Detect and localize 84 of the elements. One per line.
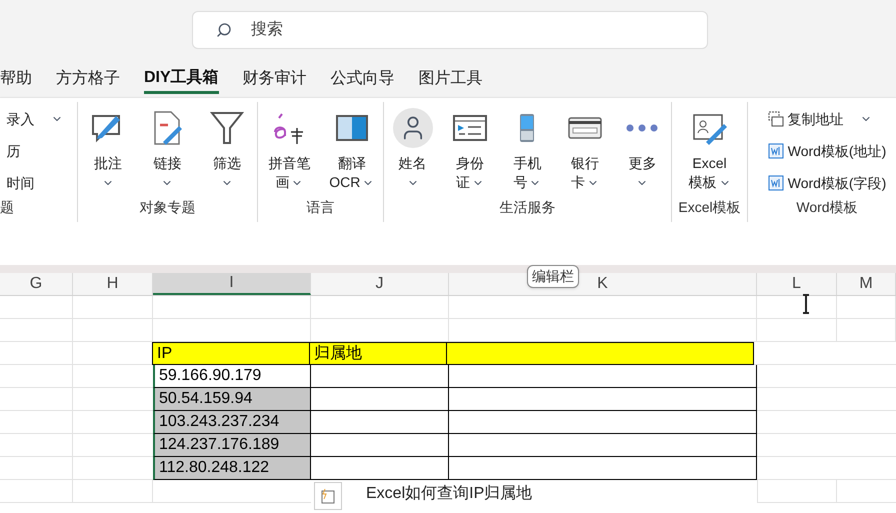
grid-cell[interactable]	[449, 296, 757, 319]
ribbon-tab[interactable]: 图片工具	[418, 64, 483, 94]
grid-cell[interactable]	[0, 365, 73, 388]
table-cell[interactable]	[311, 388, 449, 411]
ribbon-button[interactable]: 身份 证	[442, 106, 498, 192]
ribbon-menu-item[interactable]: 复制地址	[768, 106, 886, 132]
ribbon-button[interactable]: 银行 卡	[556, 106, 613, 192]
column-header[interactable]: J	[311, 273, 449, 295]
grid-cell[interactable]	[757, 319, 837, 342]
ribbon-menu-item[interactable]: 录入	[6, 106, 62, 132]
person-avatar-icon	[392, 108, 433, 148]
table-header-cell[interactable]: IP	[152, 342, 310, 365]
ribbon-tab[interactable]: 帮助	[0, 64, 32, 94]
table-cell[interactable]	[449, 434, 757, 457]
ribbon-button[interactable]: 批注	[80, 106, 136, 192]
group-label: 对象专题	[138, 198, 196, 217]
text-cursor-icon	[801, 294, 811, 314]
ribbon-tab[interactable]: 财务审计	[242, 64, 307, 94]
word-document-icon	[768, 143, 784, 159]
table-cell[interactable]	[449, 388, 757, 411]
table-cell[interactable]	[311, 434, 449, 457]
funnel-icon	[209, 110, 246, 146]
grid-cell[interactable]	[153, 296, 311, 319]
table-cell[interactable]	[311, 457, 449, 480]
search-icon	[216, 22, 232, 38]
grid-cell[interactable]	[837, 296, 896, 319]
grid-cell[interactable]	[0, 319, 73, 342]
ribbon-button[interactable]: 手机 号	[499, 106, 556, 192]
group-label: 生活服务	[498, 198, 556, 217]
table-cell[interactable]	[311, 411, 449, 434]
grid-cell[interactable]	[73, 480, 153, 503]
table-cell[interactable]: 112.80.248.122	[153, 457, 311, 480]
grid-cell[interactable]	[0, 296, 73, 319]
ribbon-menu-item[interactable]: Word模板(地址)	[768, 138, 886, 164]
table-cell[interactable]	[449, 457, 757, 480]
grid-cell[interactable]	[0, 342, 73, 365]
tooltip: 编辑栏	[527, 265, 579, 288]
group-label: 语言	[306, 198, 336, 217]
ribbon-button[interactable]: 拼音笔 画	[261, 106, 318, 192]
ribbon-menu-item[interactable]: Word模板(字段)	[768, 170, 886, 196]
table-header-cell[interactable]	[446, 342, 754, 365]
ribbon-tab[interactable]: DIY工具箱	[144, 64, 219, 94]
column-header[interactable]: M	[837, 273, 896, 295]
table-cell[interactable]	[449, 411, 757, 434]
grid-cell[interactable]	[0, 434, 73, 457]
grid-cell[interactable]	[0, 388, 73, 411]
caption-text: Excel如何查询IP归属地	[366, 484, 532, 504]
column-header[interactable]: G	[0, 273, 73, 295]
grid-cell[interactable]	[0, 457, 73, 480]
grid-cell[interactable]	[837, 319, 896, 342]
ribbon-button[interactable]: 翻译 OCR	[324, 106, 380, 192]
grid-cell[interactable]	[311, 296, 449, 319]
grid-cell[interactable]	[73, 319, 153, 342]
ribbon-tab[interactable]: 方方格子	[56, 64, 120, 94]
copy-frame-icon	[768, 111, 784, 127]
ribbon-tab[interactable]: 公式向导	[330, 64, 395, 94]
grid-cell[interactable]	[0, 480, 73, 503]
group-label: Word模板	[795, 198, 859, 217]
ribbon-button[interactable]: 姓名	[384, 106, 441, 192]
table-cell[interactable]	[311, 365, 449, 388]
word-document-icon	[768, 175, 784, 191]
table-cell[interactable]	[449, 365, 757, 388]
grid-cell[interactable]	[757, 480, 837, 503]
group-label: Excel模板	[677, 198, 742, 217]
grid-cell[interactable]	[0, 411, 73, 434]
search-field[interactable]: 搜索	[192, 11, 708, 49]
table-cell[interactable]: 103.243.237.234	[153, 411, 311, 434]
paste-options-icon[interactable]	[314, 482, 342, 510]
ribbon-menu-item[interactable]: 时间	[6, 170, 62, 196]
table-cell[interactable]: 59.166.90.179	[153, 365, 311, 388]
ribbon-button[interactable]: 筛选	[199, 106, 256, 192]
more-icon	[626, 124, 658, 132]
grid-cell[interactable]	[73, 296, 153, 319]
column-header[interactable]: I	[153, 273, 311, 295]
table-cell[interactable]: 50.54.159.94	[153, 388, 311, 411]
ribbon-button[interactable]: 链接	[139, 106, 196, 192]
table-header-cell[interactable]: 归属地	[309, 342, 447, 365]
ribbon-button[interactable]: 更多	[614, 106, 670, 192]
column-header[interactable]: L	[757, 273, 837, 295]
grid-cell[interactable]	[757, 296, 837, 319]
ribbon-menu-item[interactable]: 历	[6, 138, 62, 164]
table-cell[interactable]: 124.237.176.189	[153, 434, 311, 457]
group-label: 题	[0, 198, 15, 217]
ribbon-button[interactable]: Excel 模板	[682, 106, 738, 192]
